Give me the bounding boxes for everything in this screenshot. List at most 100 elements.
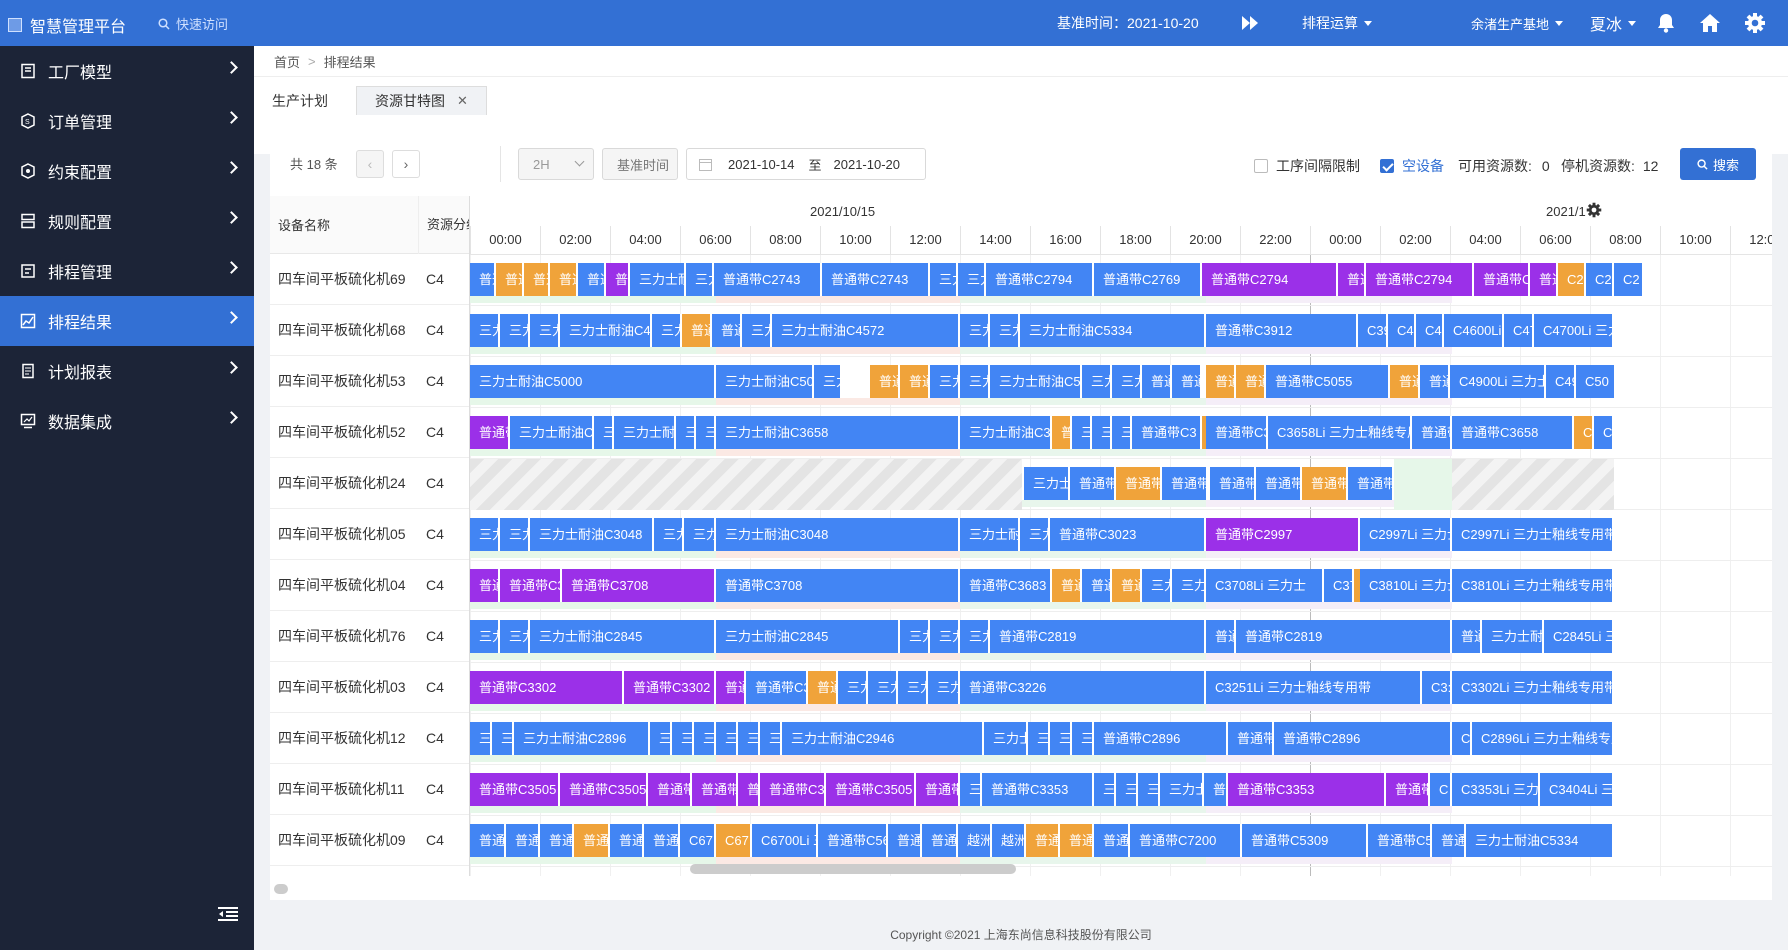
gantt-task-bar[interactable]: 普通 — [550, 263, 578, 296]
gantt-task-bar[interactable]: 三力 — [1082, 365, 1112, 398]
gantt-task-bar[interactable]: 三力士耐油C3 — [510, 416, 594, 449]
gantt-task-bar[interactable]: C — [1594, 416, 1614, 449]
table-row[interactable]: 四车间平板硫化机69 C4 — [270, 254, 470, 305]
sidebar-item[interactable]: 工厂模型 — [0, 46, 254, 96]
gantt-task-bar[interactable]: 三力 — [1072, 416, 1092, 449]
gantt-task-bar[interactable]: 普通 — [1206, 620, 1236, 653]
gantt-task-bar[interactable]: C2 — [1558, 263, 1586, 296]
gantt-task-bar[interactable]: 三力 — [1112, 365, 1142, 398]
gantt-task-bar[interactable]: 普通带C2794 — [986, 263, 1094, 296]
gantt-task-bar[interactable]: 三力 — [1094, 773, 1116, 806]
gantt-task-bar[interactable]: C49 — [1546, 365, 1576, 398]
gantt-task-bar[interactable]: 越洲 — [958, 824, 992, 857]
gantt-task-bar[interactable]: 普通 — [1236, 365, 1266, 398]
gantt-task-bar[interactable]: 三力士 — [1024, 467, 1070, 500]
gantt-task-bar[interactable]: C40 — [1388, 314, 1416, 347]
table-row[interactable]: 四车间平板硫化机11 C4 — [270, 764, 470, 815]
gantt-task-bar[interactable]: 三力士耐 — [1482, 620, 1544, 653]
gantt-task-bar[interactable]: C47 — [1504, 314, 1534, 347]
gantt-task-bar[interactable]: 普通带C3353 — [1228, 773, 1386, 806]
gantt-task-bar[interactable]: 普通 — [1338, 263, 1366, 296]
gantt-task-bar[interactable]: 普通带C5055 — [1266, 365, 1390, 398]
gantt-task-bar[interactable]: 普通 — [1420, 365, 1450, 398]
granularity-select[interactable]: 2H — [518, 148, 594, 180]
gantt-task-bar[interactable]: 三力士耐油C5334 — [1020, 314, 1206, 347]
gantt-task-bar[interactable]: 三力 — [898, 671, 928, 704]
gantt-task-bar[interactable]: 三力 — [500, 314, 530, 347]
gantt-task-bar[interactable]: 普通 — [496, 263, 524, 296]
gantt-task-bar[interactable]: 三力 — [492, 722, 514, 755]
gantt-task-bar[interactable]: 普通带C3 — [1132, 416, 1202, 449]
gantt-task-bar[interactable]: 普通 — [524, 263, 550, 296]
gantt-task-bar[interactable]: 普通 — [1142, 365, 1172, 398]
gantt-task-bar[interactable]: 三力士耐油C51 — [990, 365, 1082, 398]
breadcrumb-home[interactable]: 首页 — [274, 52, 300, 71]
gantt-task-bar[interactable]: 普通带 — [648, 773, 692, 806]
gantt-task-bar[interactable]: C40 — [1416, 314, 1444, 347]
table-row[interactable]: 四车间平板硫化机52 C4 — [270, 407, 470, 458]
gantt-task-bar[interactable]: 三力士耐油C3658 — [716, 416, 960, 449]
gantt-task-bar[interactable]: C4600Li — [1444, 314, 1504, 347]
gantt-task-bar[interactable]: 普通带 — [1386, 773, 1430, 806]
gantt-task-bar[interactable]: 普通 — [470, 569, 500, 602]
gantt-task-bar[interactable]: 普通带C3683 — [960, 569, 1052, 602]
gantt-task-bar[interactable]: C39 — [1358, 314, 1388, 347]
gantt-task-bar[interactable]: 普通 — [1026, 824, 1060, 857]
gantt-task-bar[interactable]: 三力 — [738, 722, 760, 755]
gantt-task-bar[interactable]: 普通 — [470, 263, 496, 296]
horizontal-scrollbar[interactable] — [690, 864, 1016, 874]
gantt-task-bar[interactable]: C3708Li 三力士 — [1206, 569, 1324, 602]
gantt-task-bar[interactable]: C — [1430, 773, 1452, 806]
gantt-task-bar[interactable]: 普通带C3658 — [1452, 416, 1574, 449]
interval-limit-checkbox[interactable]: 工序间隔限制 — [1254, 156, 1360, 176]
gantt-task-bar[interactable]: 普通带C2743 — [822, 263, 930, 296]
sidebar-item[interactable]: 排程结果 — [0, 296, 254, 346]
gantt-task-bar[interactable]: 普通带 — [916, 773, 960, 806]
gantt-task-bar[interactable]: 普通 — [540, 824, 574, 857]
gantt-task-bar[interactable]: 三力 — [652, 314, 682, 347]
gantt-task-bar[interactable]: C3658Li 三力士釉线专用 — [1268, 416, 1412, 449]
gantt-task-bar[interactable]: 三力 — [928, 671, 960, 704]
gantt-task-bar[interactable]: 三力 — [594, 416, 614, 449]
gantt-task-bar[interactable]: 普通带C3505 — [560, 773, 648, 806]
gantt-task-bar[interactable]: 普通 — [1094, 824, 1130, 857]
gantt-task-bar[interactable]: 普通 — [1432, 824, 1466, 857]
gantt-task-bar[interactable]: 普通 — [1112, 569, 1142, 602]
gantt-task-bar[interactable]: 普通带 — [1412, 416, 1452, 449]
gantt-task-bar[interactable]: 三力 — [530, 314, 560, 347]
gantt-task-bar[interactable]: 三力 — [838, 671, 868, 704]
gantt-task-bar[interactable]: 普通带C3505 — [470, 773, 560, 806]
gantt-task-bar[interactable]: 普通 — [1052, 416, 1072, 449]
gantt-task-bar[interactable]: 三力士耐油C3048 — [716, 518, 960, 551]
table-row[interactable]: 四车间平板硫化机53 C4 — [270, 356, 470, 407]
gantt-task-bar[interactable]: 三力 — [990, 314, 1020, 347]
gantt-task-bar[interactable]: 三力士耐油C48 — [560, 314, 652, 347]
gantt-task-bar[interactable]: 三力 — [1028, 722, 1050, 755]
gantt-task-bar[interactable]: 三力士 — [984, 722, 1028, 755]
gantt-task-bar[interactable]: C2 — [1586, 263, 1614, 296]
table-row[interactable]: 四车间平板硫化机05 C4 — [270, 509, 470, 560]
date-range-picker[interactable]: 2021-10-14 至 2021-10-20 — [686, 148, 926, 180]
gantt-task-bar[interactable]: 三力 — [470, 314, 500, 347]
gantt-settings-icon[interactable] — [1586, 202, 1602, 221]
gantt-task-bar[interactable]: 三力士耐油C3 — [960, 416, 1052, 449]
gantt-task-bar[interactable]: C37 — [1324, 569, 1354, 602]
gantt-task-bar[interactable]: 普通 — [738, 773, 760, 806]
gantt-task-bar[interactable]: 普通带C3302 — [470, 671, 624, 704]
factory-selector[interactable]: 余渚生产基地 — [1471, 0, 1564, 46]
gantt-task-bar[interactable]: 普通带 — [1348, 467, 1394, 500]
run-schedule-menu[interactable]: 排程运算 — [1302, 0, 1372, 46]
gantt-task-bar[interactable]: C2896Li 三力士釉线专用带 — [1472, 722, 1614, 755]
gantt-task-bar[interactable]: 三力 — [1112, 416, 1132, 449]
gantt-task-bar[interactable]: 普通带C2769 — [1094, 263, 1202, 296]
gantt-task-bar[interactable]: 普通带C2896 — [1274, 722, 1452, 755]
gantt-task-bar[interactable]: 普通带 — [470, 416, 510, 449]
gantt-task-bar[interactable]: 普通 — [1172, 365, 1202, 398]
gantt-task-bar[interactable]: 越洲 — [992, 824, 1026, 857]
gantt-task-bar[interactable]: C3810Li 三力士 — [1360, 569, 1452, 602]
gantt-task-bar[interactable]: 三力 — [960, 620, 990, 653]
gantt-task-bar[interactable]: 普通带C3708 — [562, 569, 716, 602]
gantt-task-bar[interactable]: 普通带C — [1474, 263, 1530, 296]
gantt-task-bar[interactable]: 普通带C3708 — [716, 569, 960, 602]
gantt-task-bar[interactable]: 三力士耐 — [960, 518, 1020, 551]
